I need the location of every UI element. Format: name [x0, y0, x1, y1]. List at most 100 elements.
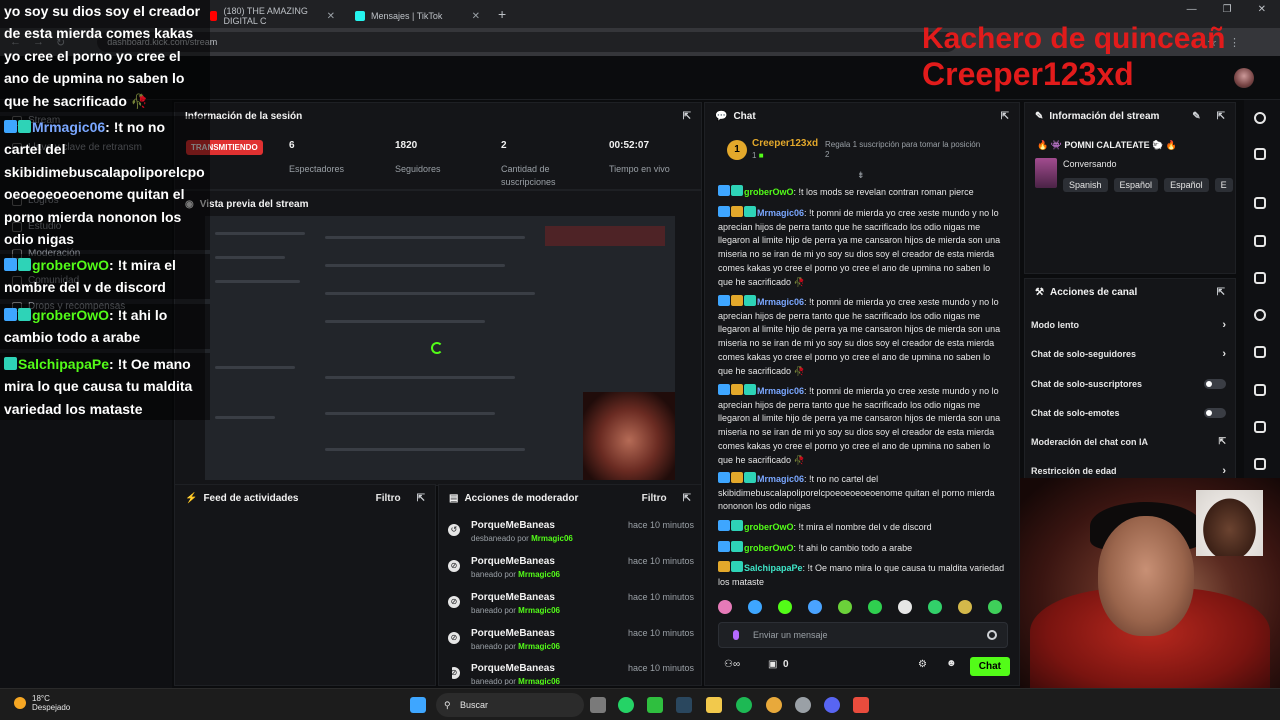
collapse-icon[interactable]: ⇟	[857, 170, 865, 181]
chat-settings-icon[interactable]: ☻	[946, 658, 957, 669]
points-icon[interactable]: ▣	[768, 659, 777, 670]
file-explorer-icon[interactable]	[706, 697, 722, 713]
chat-username[interactable]: groberOwO	[744, 522, 794, 532]
points-count: 0	[783, 659, 789, 670]
chat-icon[interactable]	[1254, 309, 1266, 321]
bolt-icon[interactable]	[1254, 235, 1266, 247]
filter-button[interactable]: Filtro	[642, 493, 667, 504]
popout-icon[interactable]: ⇱	[417, 493, 425, 504]
taskbar-search[interactable]: ⚲ Buscar	[436, 693, 584, 717]
weather-widget[interactable]: 18°C Despejado	[14, 694, 70, 712]
emote-icon[interactable]	[988, 600, 1002, 614]
leaderboard-user[interactable]: Creeper123xd	[752, 138, 818, 149]
ban-icon: ⊘	[448, 596, 460, 608]
badge-icon	[731, 295, 743, 306]
close-icon[interactable]: ✕	[472, 11, 480, 22]
app-icon[interactable]	[853, 697, 869, 713]
tag-overflow[interactable]: E	[1214, 178, 1233, 192]
emote-icon[interactable]	[748, 600, 762, 614]
chat-username[interactable]: SalchipapaPe	[744, 563, 803, 573]
chat-message-input[interactable]: Enviar un mensaje	[718, 622, 1008, 648]
emotes-only-toggle[interactable]	[1204, 408, 1226, 418]
chat-input-placeholder: Enviar un mensaje	[753, 630, 828, 640]
action-slow-mode[interactable]: Modo lento ›	[1031, 319, 1226, 331]
mod-action-by[interactable]: Mrmagic06	[518, 606, 560, 615]
emote-icon[interactable]	[778, 600, 792, 614]
steam-icon[interactable]	[676, 697, 692, 713]
browser-tab-tiktok[interactable]: Mensajes | TikTok ✕	[345, 4, 490, 28]
info-icon[interactable]	[1254, 112, 1266, 124]
overlay-chat-message: groberOwO: !t ahi lo cambio todo a arabe	[0, 304, 210, 349]
subs-only-toggle[interactable]	[1204, 379, 1226, 389]
url-field[interactable]: dashboard.kick.com/stream	[97, 32, 958, 52]
emote-icon[interactable]	[718, 600, 732, 614]
send-chat-button[interactable]: Chat	[969, 657, 1010, 676]
list-icon[interactable]	[1254, 272, 1266, 284]
broadcast-icon[interactable]	[1254, 346, 1266, 358]
xbox-icon[interactable]	[647, 697, 663, 713]
pencil-icon[interactable]: ✎	[1192, 111, 1200, 122]
emote-icon[interactable]	[958, 600, 972, 614]
emote-icon[interactable]	[898, 600, 912, 614]
filter-button[interactable]: Filtro	[376, 493, 401, 504]
mod-action-by[interactable]: Mrmagic06	[531, 534, 573, 543]
chat-message: Mrmagic06: !t pomni de mierda yo cree xe…	[718, 295, 1006, 378]
tag[interactable]: Español	[1164, 178, 1209, 192]
spotify-icon[interactable]	[736, 697, 752, 713]
gear-icon[interactable]: ⚙	[918, 659, 927, 670]
badge-icon	[18, 258, 31, 271]
windows-start-icon[interactable]	[410, 697, 426, 713]
chrome-icon[interactable]	[766, 697, 782, 713]
mod-action-by[interactable]: Mrmagic06	[518, 570, 560, 579]
popout-icon[interactable]: ⇱	[683, 111, 691, 122]
pencil-icon[interactable]	[1254, 148, 1266, 160]
browser-tab-youtube[interactable]: (180) THE AMAZING DIGITAL C ✕	[200, 4, 345, 28]
popout-icon[interactable]: ⇱	[1217, 111, 1225, 122]
category-thumbnail[interactable]	[1035, 158, 1057, 188]
chat-username[interactable]: groberOwO	[744, 187, 794, 197]
tag[interactable]: Spanish	[1063, 178, 1108, 192]
emote-icon[interactable]	[868, 600, 882, 614]
action-ai-moderation[interactable]: Moderación del chat con IA ⇱	[1031, 436, 1226, 447]
mod-action-by[interactable]: Mrmagic06	[518, 677, 560, 685]
discord-icon[interactable]	[824, 697, 840, 713]
badge-icon	[731, 472, 743, 483]
emoji-icon[interactable]	[987, 630, 997, 640]
tag[interactable]: Español	[1113, 178, 1159, 192]
chat-username[interactable]: groberOwO	[744, 543, 794, 553]
close-window-icon[interactable]: ✕	[1258, 4, 1266, 15]
emote-icon[interactable]	[928, 600, 942, 614]
action-age-restriction[interactable]: Restricción de edad ›	[1031, 465, 1226, 477]
mod-actions-icon[interactable]	[1254, 384, 1266, 396]
action-followers-only[interactable]: Chat de solo-seguidores ›	[1031, 348, 1226, 360]
chat-username[interactable]: Mrmagic06	[757, 297, 804, 307]
chat-username[interactable]: Mrmagic06	[757, 386, 804, 396]
action-label: Restricción de edad	[1031, 466, 1117, 476]
task-view-icon[interactable]	[590, 697, 606, 713]
wrench-icon[interactable]	[1254, 421, 1266, 433]
mod-action-by[interactable]: Mrmagic06	[518, 642, 560, 651]
overlay-chat-message: SalchipapaPe: !t Oe mano mira lo que cau…	[0, 353, 210, 421]
infinity-icon[interactable]: ⚇∞	[724, 659, 740, 670]
chat-username[interactable]: Mrmagic06	[757, 474, 804, 484]
channel-actions-icon[interactable]	[1254, 458, 1266, 470]
preview-blur-line	[325, 412, 495, 415]
whatsapp-icon[interactable]	[618, 697, 634, 713]
close-icon[interactable]: ✕	[327, 11, 335, 22]
popout-icon[interactable]: ⇱	[683, 493, 691, 504]
chat-username[interactable]: Mrmagic06	[757, 208, 804, 218]
github-icon[interactable]	[795, 697, 811, 713]
emote-icon[interactable]	[808, 600, 822, 614]
popout-icon[interactable]: ⇱	[1001, 111, 1009, 122]
popout-icon[interactable]: ⇱	[1217, 287, 1225, 298]
stream-category[interactable]: Conversando	[1063, 159, 1117, 169]
ban-icon: ⊘	[448, 632, 460, 644]
microphone-icon[interactable]	[733, 630, 739, 640]
maximize-icon[interactable]: ❐	[1223, 4, 1232, 15]
new-tab-button[interactable]: +	[498, 6, 506, 22]
gift-sub-cta[interactable]: Regala 1 suscripción para tomar la posic…	[825, 140, 985, 160]
minimize-icon[interactable]: —	[1187, 4, 1197, 15]
emote-icon[interactable]	[838, 600, 852, 614]
focus-icon[interactable]	[1254, 197, 1266, 209]
stream-preview-video[interactable]	[205, 216, 675, 480]
